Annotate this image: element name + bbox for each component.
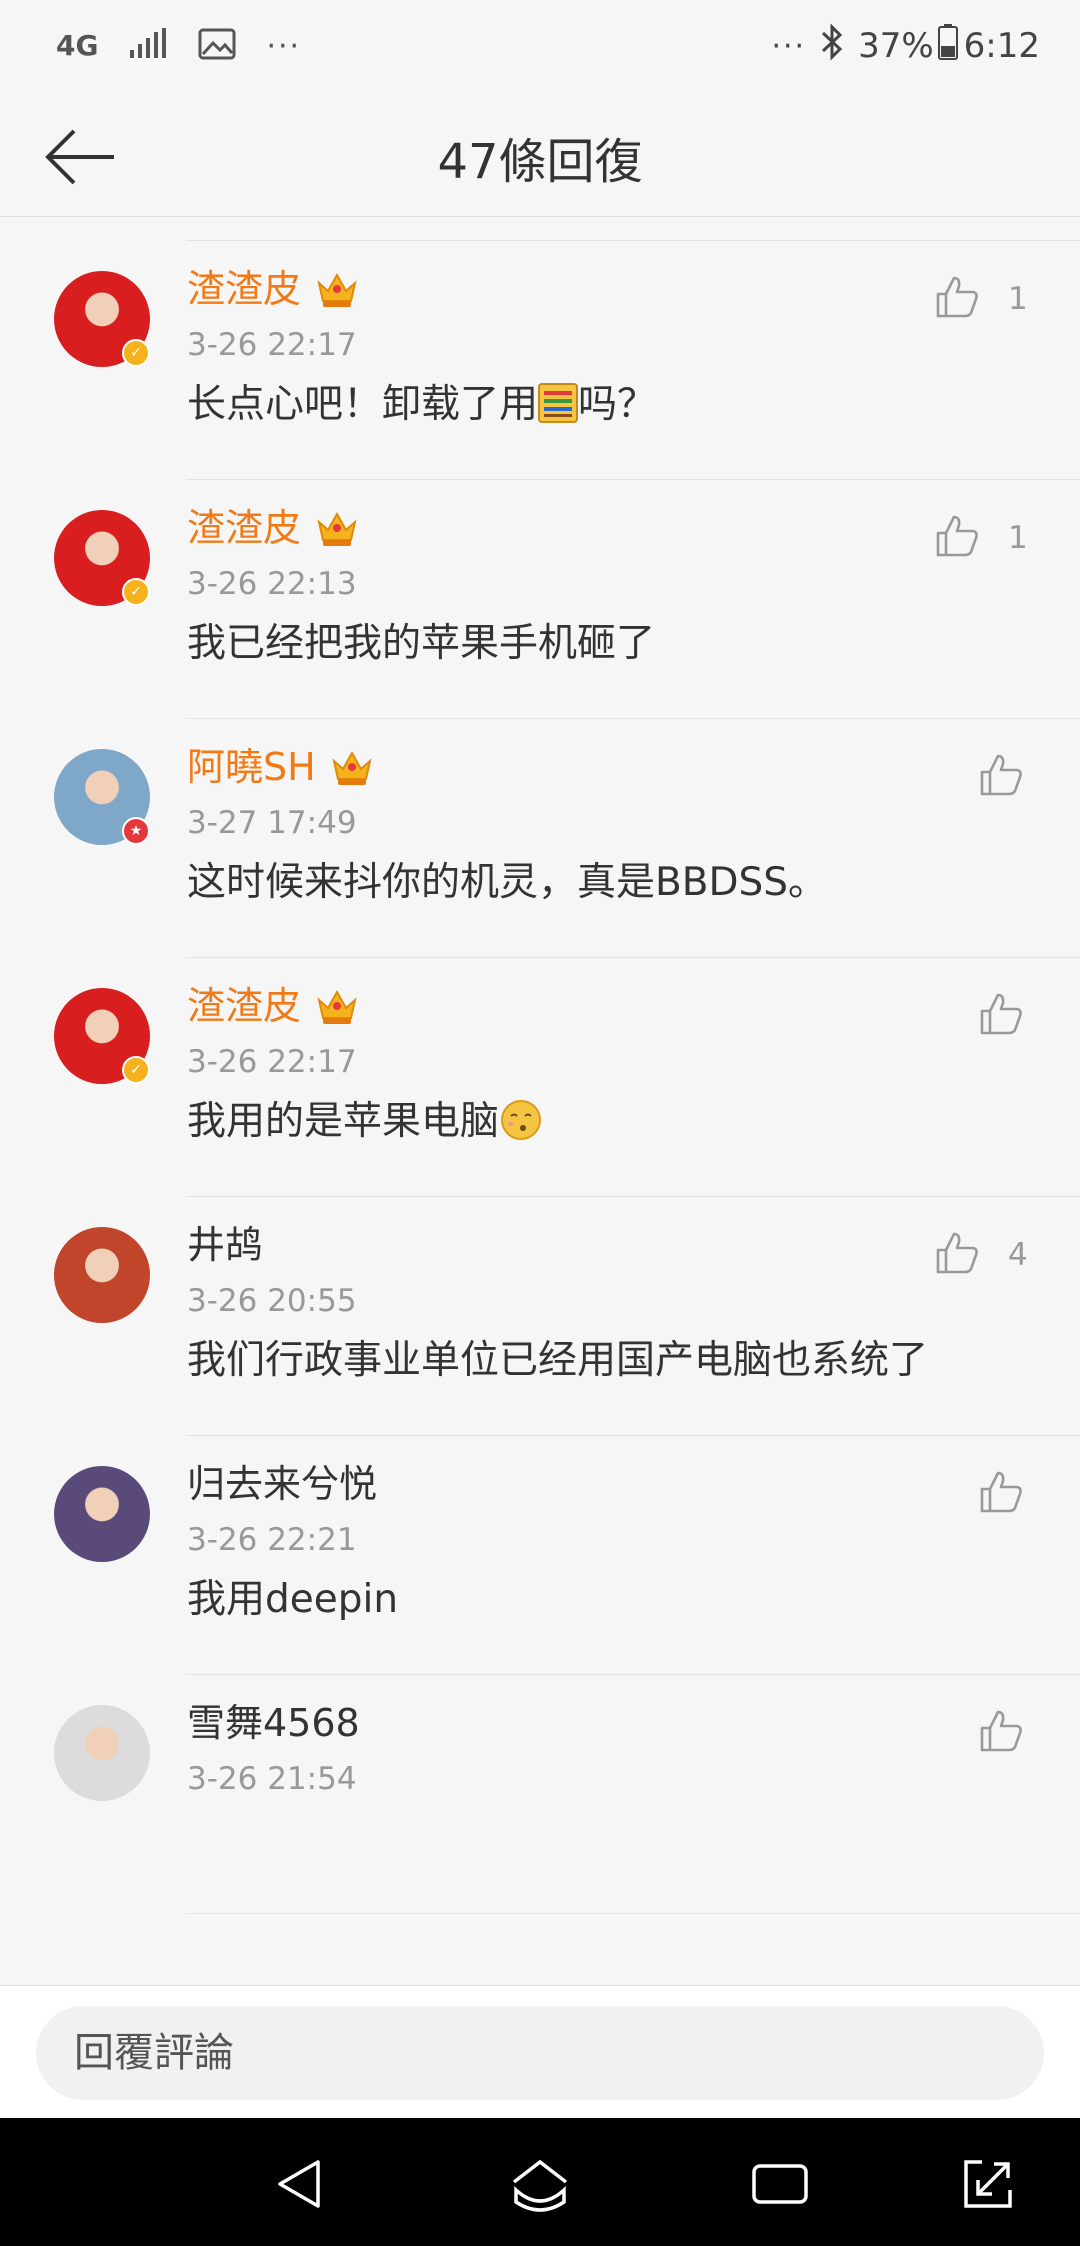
nav-back-icon bbox=[278, 2160, 320, 2208]
verified-badge-icon: ✓ bbox=[122, 578, 150, 606]
vip-crown-icon bbox=[315, 508, 359, 548]
thumbs-up-icon bbox=[934, 513, 980, 563]
image-notification-icon bbox=[198, 28, 236, 64]
comment-timestamp: 3-26 22:17 bbox=[187, 1044, 357, 1080]
comment-timestamp: 3-27 17:49 bbox=[187, 805, 357, 841]
status-dots: ··· bbox=[771, 28, 807, 64]
comment-text: 我们行政事业单位已经用国产电脑也系统了 bbox=[187, 1335, 928, 1387]
comment-item[interactable]: ✓ 渣渣皮 3-26 22:13 我已经把我的苹果手机砸了 1 bbox=[0, 480, 1080, 719]
username[interactable]: 渣渣皮 bbox=[187, 504, 359, 552]
verified-badge-icon: ✓ bbox=[122, 1056, 150, 1084]
vip-crown-icon bbox=[315, 269, 359, 309]
nav-recents-icon bbox=[752, 2164, 808, 2204]
username-text[interactable]: 渣渣皮 bbox=[187, 982, 301, 1030]
nav-expand-button[interactable] bbox=[956, 2152, 1020, 2216]
comment-item[interactable]: 雪舞4568 3-26 21:54 bbox=[0, 1675, 1080, 1914]
nav-home-icon bbox=[512, 2159, 568, 2212]
like-button[interactable]: 1 bbox=[934, 271, 1028, 327]
more-notifications-icon: ··· bbox=[266, 28, 302, 64]
clock: 6:12 bbox=[963, 26, 1040, 66]
comment-text-body: 我用的是苹果电脑 bbox=[187, 1099, 500, 1144]
comment-text: 我已经把我的苹果手机砸了 bbox=[187, 618, 655, 670]
signal-icon bbox=[128, 28, 168, 64]
comment-text: 长点心吧！卸载了用 吗？ bbox=[187, 379, 656, 431]
like-button[interactable] bbox=[978, 988, 1024, 1044]
comment-text: 我用deepin bbox=[187, 1574, 398, 1626]
thumbs-up-icon bbox=[978, 1708, 1024, 1758]
username-text[interactable]: 雪舞4568 bbox=[187, 1699, 360, 1747]
comment-text: 这时候来抖你的机灵，真是BBDSS。 bbox=[187, 857, 827, 909]
avatar[interactable] bbox=[54, 1227, 150, 1323]
avatar[interactable] bbox=[54, 1705, 150, 1801]
thumbs-up-icon bbox=[934, 274, 980, 324]
abacus-emoji-icon bbox=[538, 382, 579, 427]
comment-timestamp: 3-26 22:21 bbox=[187, 1522, 357, 1558]
username[interactable]: 渣渣皮 bbox=[187, 265, 359, 313]
comment-text: 我用的是苹果电脑 bbox=[187, 1096, 543, 1148]
like-count: 1 bbox=[1008, 281, 1028, 317]
username-text[interactable]: 归去来兮悦 bbox=[187, 1460, 377, 1508]
nav-home-button[interactable] bbox=[508, 2152, 572, 2216]
nav-back-button[interactable] bbox=[268, 2152, 332, 2216]
battery-percent: 37% bbox=[858, 26, 934, 66]
comment-text-body: 我用deepin bbox=[187, 1577, 399, 1622]
avatar[interactable] bbox=[54, 1466, 150, 1562]
username-text[interactable]: 渣渣皮 bbox=[187, 504, 301, 552]
comment-timestamp: 3-26 20:55 bbox=[187, 1283, 357, 1319]
username[interactable]: 雪舞4568 bbox=[187, 1699, 360, 1747]
username[interactable]: 渣渣皮 bbox=[187, 982, 359, 1030]
star-badge-icon: ★ bbox=[122, 817, 150, 845]
page-header: 47條回復 bbox=[0, 92, 1080, 217]
comment-text-body: 我们行政事业单位已经用国产电脑也系统了 bbox=[187, 1338, 929, 1383]
comment-text-body: 这时候来抖你的机灵，真是BBDSS。 bbox=[187, 860, 828, 905]
comment-list[interactable]: 淡紫的精灵3-26 19:44我们公立单位连文件都要全部用wps10 ✓ 渣渣皮 3-… bbox=[0, 217, 1080, 1985]
username[interactable]: 井鸪 bbox=[187, 1221, 263, 1269]
thumbs-up-icon bbox=[978, 991, 1024, 1041]
username-text[interactable]: 渣渣皮 bbox=[187, 265, 301, 313]
page-title: 47條回復 bbox=[437, 134, 643, 190]
comment-text-body: 我已经把我的苹果手机砸了 bbox=[187, 621, 656, 666]
comment-item[interactable]: ★ 阿曉SH 3-27 17:49 这时候来抖你的机灵，真是BBDSS。 bbox=[0, 719, 1080, 958]
nav-recents-button[interactable] bbox=[748, 2152, 812, 2216]
battery-icon bbox=[937, 23, 958, 69]
reply-bar bbox=[0, 1985, 1080, 2118]
comment-item[interactable]: 归去来兮悦 3-26 22:21 我用deepin bbox=[0, 1436, 1080, 1675]
comment-text-body: 长点心吧！卸载了用 bbox=[187, 382, 539, 427]
vip-crown-icon bbox=[330, 747, 374, 787]
network-indicator: 4G bbox=[56, 29, 99, 62]
like-count: 4 bbox=[1008, 1237, 1028, 1273]
comment-timestamp: 3-26 21:54 bbox=[187, 1761, 357, 1797]
username[interactable]: 阿曉SH bbox=[187, 743, 374, 791]
thumbs-up-icon bbox=[934, 1230, 980, 1280]
status-bar: 4G ··· ··· 37% 6:12 bbox=[0, 0, 1080, 92]
thumbs-up-icon bbox=[978, 752, 1024, 802]
bluetooth-icon bbox=[820, 22, 844, 70]
reply-input[interactable] bbox=[36, 2006, 1044, 2100]
comment-item[interactable]: ✓ 渣渣皮 3-26 22:17 我用的是苹果电脑 bbox=[0, 958, 1080, 1197]
comment-item[interactable]: 淡紫的精灵3-26 19:44我们公立单位连文件都要全部用wps10 bbox=[0, 217, 1080, 241]
blushing-emoji-icon bbox=[499, 1099, 543, 1144]
comment-timestamp: 3-26 22:17 bbox=[187, 327, 357, 363]
username-text[interactable]: 井鸪 bbox=[187, 1221, 263, 1269]
vip-crown-icon bbox=[315, 986, 359, 1026]
like-button[interactable]: 4 bbox=[934, 1227, 1028, 1283]
comment-text-suffix: 吗？ bbox=[578, 382, 657, 427]
verified-badge-icon: ✓ bbox=[122, 339, 150, 367]
comment-item[interactable]: ✓ 渣渣皮 3-26 22:17 长点心吧！卸载了用 吗？ 1 bbox=[0, 241, 1080, 480]
thumbs-up-icon bbox=[978, 1469, 1024, 1519]
username[interactable]: 归去来兮悦 bbox=[187, 1460, 377, 1508]
like-button[interactable] bbox=[978, 749, 1024, 805]
navigation-bar bbox=[0, 2118, 1080, 2246]
comment-item[interactable]: 井鸪 3-26 20:55 我们行政事业单位已经用国产电脑也系统了 4 bbox=[0, 1197, 1080, 1436]
like-button[interactable] bbox=[978, 1466, 1024, 1522]
comment-timestamp: 3-26 22:13 bbox=[187, 566, 357, 602]
like-button[interactable] bbox=[978, 1705, 1024, 1761]
nav-expand-icon bbox=[964, 2160, 1012, 2208]
like-button[interactable]: 1 bbox=[934, 510, 1028, 566]
like-count: 1 bbox=[1008, 520, 1028, 556]
username-text[interactable]: 阿曉SH bbox=[187, 743, 316, 791]
